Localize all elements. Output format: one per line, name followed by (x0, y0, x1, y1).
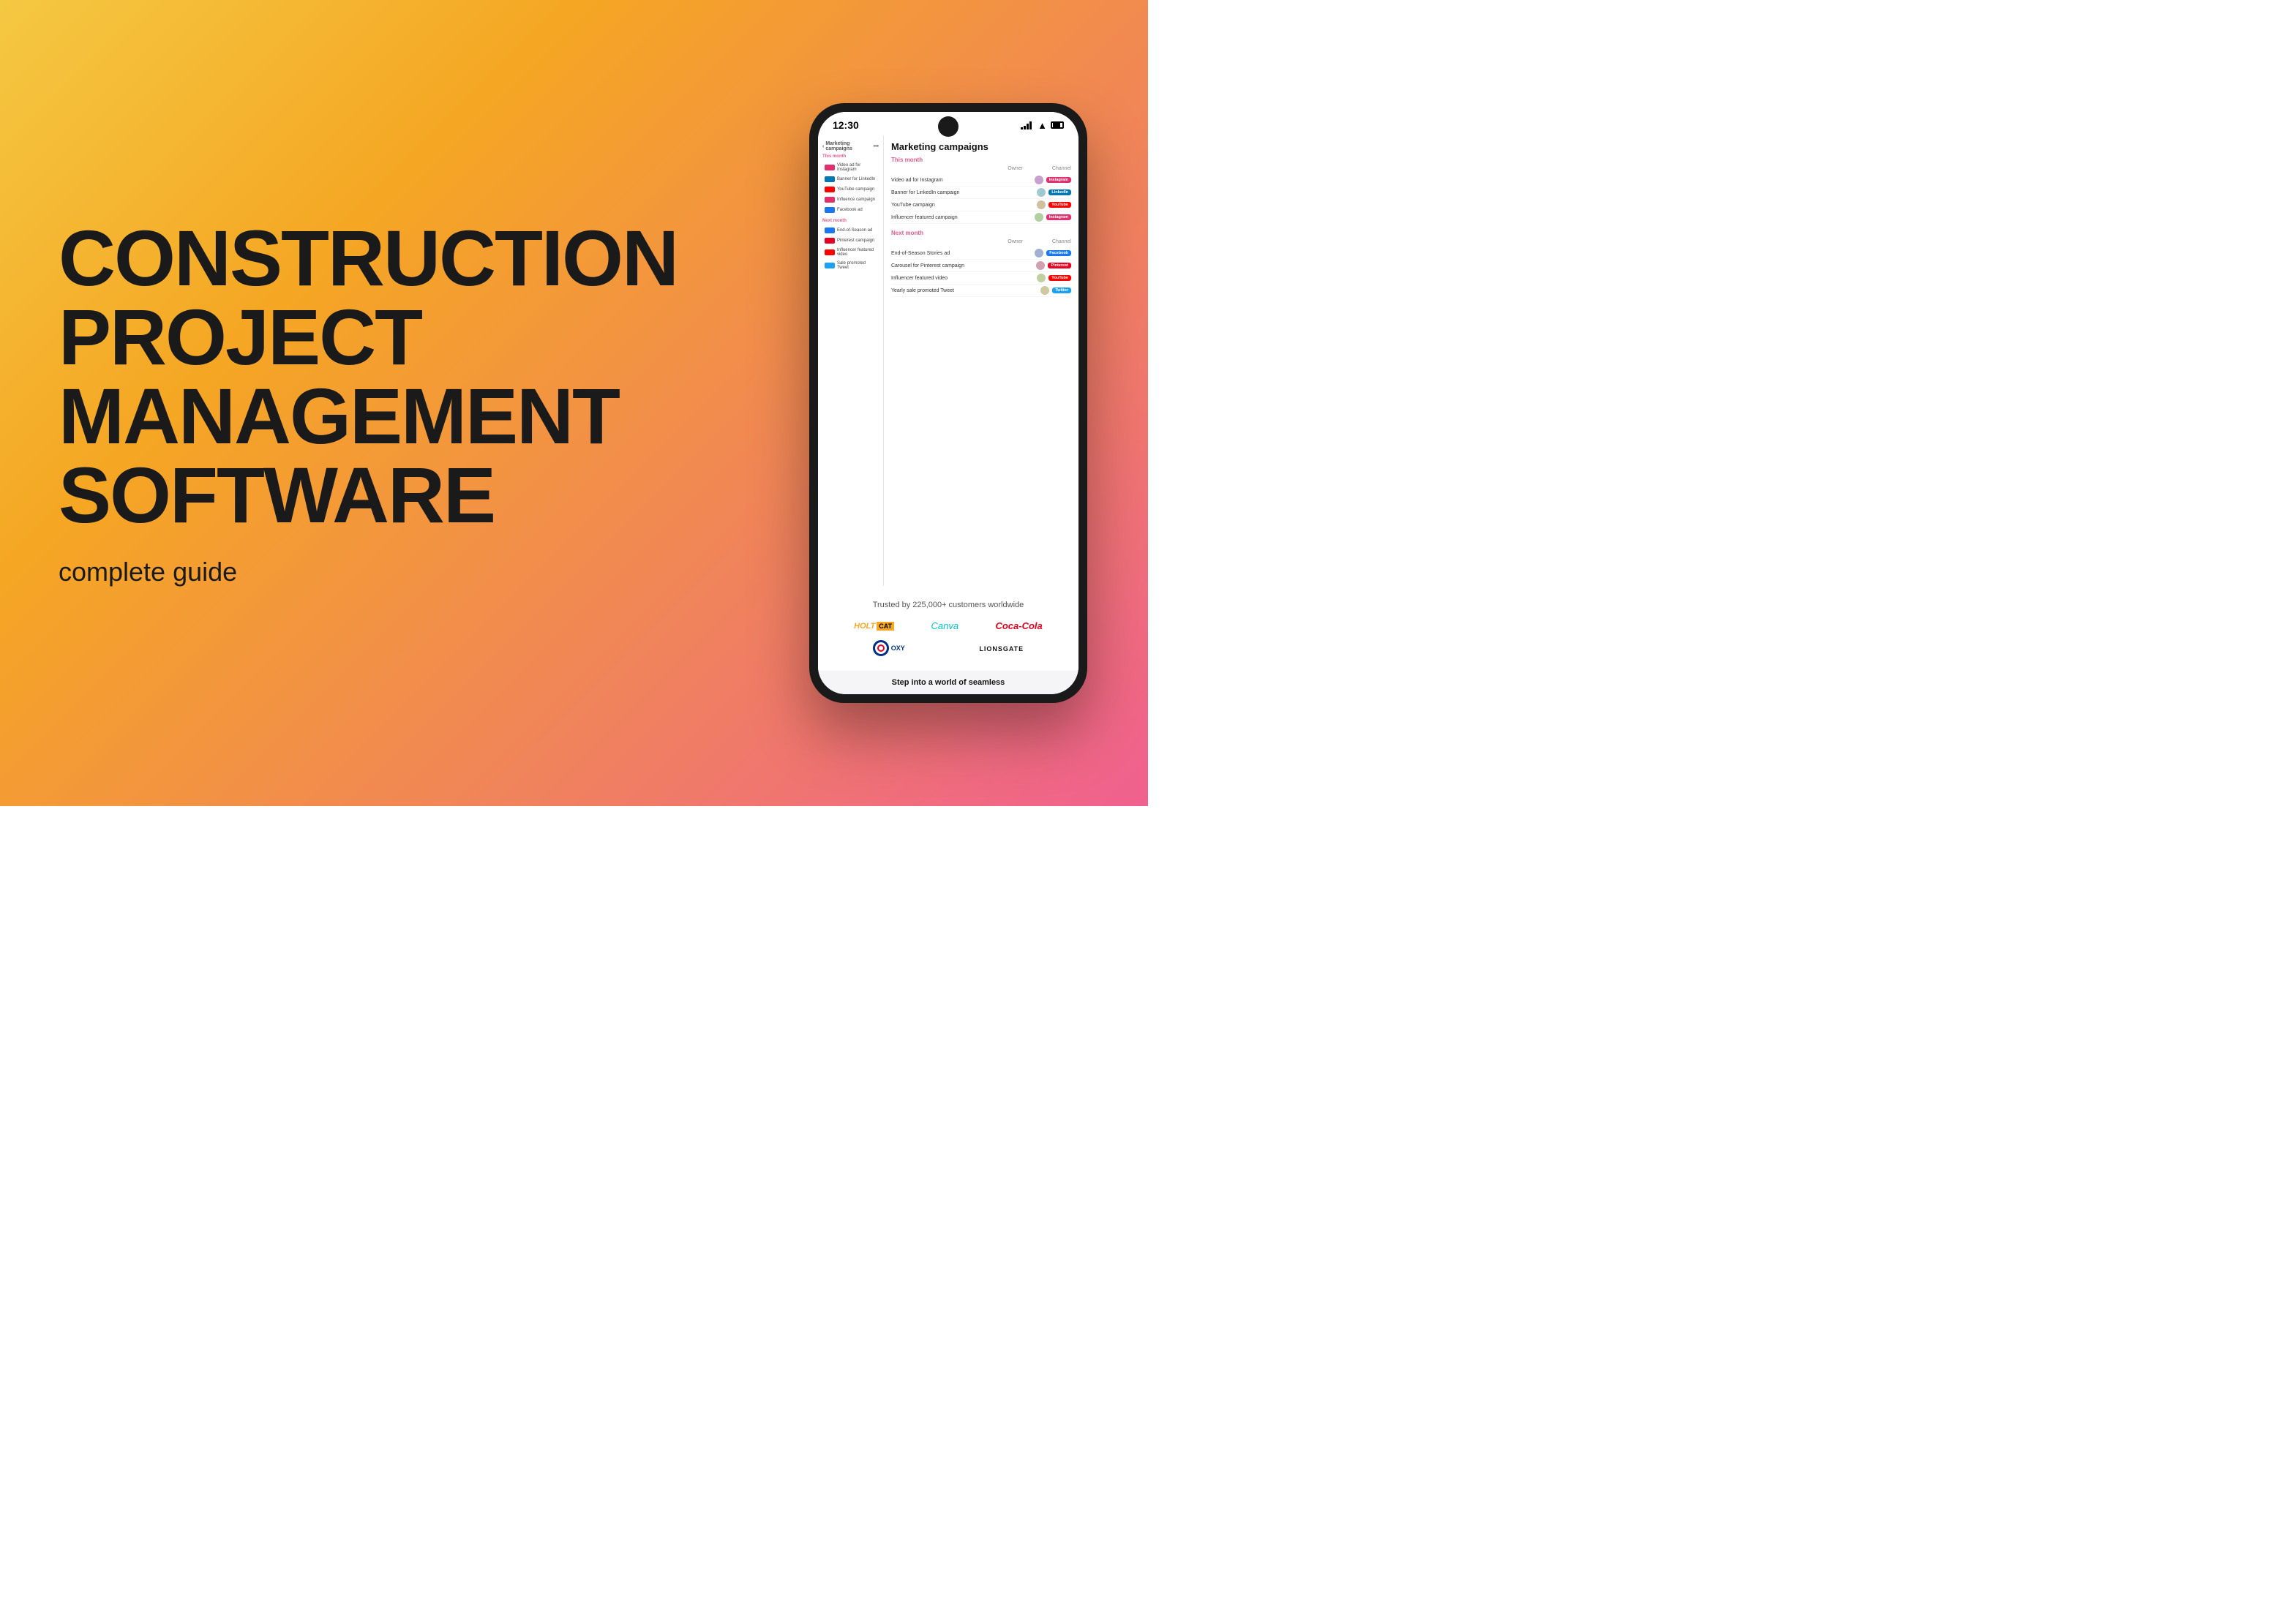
column-headers: Owner Channel (891, 166, 1071, 171)
status-icons: ▲ (1021, 120, 1064, 131)
table-row: Video ad for Instagram Instagram (891, 174, 1071, 187)
column-headers-2: Owner Channel (891, 239, 1071, 244)
subtitle: complete guide (59, 557, 678, 587)
list-item: Pinterest campaign (822, 236, 879, 245)
app-content: ‹ Marketing campaigns ••• This month Vid… (818, 135, 1078, 694)
sidebar-header: ‹ Marketing campaigns ••• (822, 141, 879, 151)
logos-row-1: HOLT CAT Canva Coca-Cola (836, 620, 1061, 633)
list-item: Video ad for Instagram (822, 162, 879, 173)
sidebar-this-month: This month (822, 154, 879, 159)
table-row: Carousel for Pinterest campaign Pinteres… (891, 260, 1071, 272)
trust-title: Trusted by 225,000+ customers worldwide (836, 601, 1061, 609)
app-detail: Marketing campaigns This month Owner Cha… (884, 135, 1078, 586)
phone-inner: 12:30 ▲ (818, 112, 1078, 694)
main-title: CONSTRUCTION PROJECT MANAGEMENT SOFTWARE (59, 219, 678, 535)
detail-title: Marketing campaigns (891, 141, 1071, 152)
left-content: CONSTRUCTION PROJECT MANAGEMENT SOFTWARE… (59, 219, 721, 587)
phone-section: 12:30 ▲ (721, 103, 1175, 703)
wifi-icon: ▲ (1038, 120, 1047, 131)
bottom-cta: Step into a world of seamless (818, 671, 1078, 694)
holt-cat-logo: HOLT CAT (854, 622, 894, 631)
table-row: Banner for LinkedIn campaign LinkedIn (891, 187, 1071, 199)
logos-row-2: OXY LIONSGATE (836, 640, 1061, 656)
table-row: Yearly sale promoted Tweet Twitter (891, 285, 1071, 297)
list-item: YouTube campaign (822, 185, 879, 194)
trust-section: Trusted by 225,000+ customers worldwide … (818, 586, 1078, 671)
page-background: CONSTRUCTION PROJECT MANAGEMENT SOFTWARE… (0, 0, 1148, 806)
list-item: Sale promoted Tweet (822, 260, 879, 271)
table-row: YouTube campaign YouTube (891, 199, 1071, 211)
table-row: End-of-Season Stories ad Facebook (891, 247, 1071, 260)
signal-icon (1021, 121, 1032, 129)
this-month-label: This month (891, 157, 1071, 163)
app-main: ‹ Marketing campaigns ••• This month Vid… (818, 135, 1078, 586)
sidebar-next-month: Next month (822, 219, 879, 223)
app-sidebar: ‹ Marketing campaigns ••• This month Vid… (818, 135, 884, 586)
list-item: End-of-Season ad (822, 226, 879, 235)
next-month-label: Next month (891, 230, 1071, 236)
oxy-logo: OXY (873, 640, 905, 656)
status-time: 12:30 (833, 119, 859, 131)
table-row: Influencer featured campaign Instagram (891, 211, 1071, 224)
coca-cola-logo: Coca-Cola (995, 620, 1042, 633)
more-icon: ••• (874, 144, 879, 149)
canva-logo: Canva (931, 620, 959, 633)
phone-notch (938, 116, 958, 137)
list-item: Facebook ad (822, 206, 879, 214)
back-icon: ‹ (822, 144, 824, 149)
table-row: Influencer featured video YouTube (891, 272, 1071, 285)
list-item: Influencer featured video (822, 247, 879, 258)
list-item: Influence campaign (822, 195, 879, 204)
battery-icon (1051, 121, 1064, 129)
list-item: Banner for LinkedIn (822, 175, 879, 184)
bottom-cta-text: Step into a world of seamless (830, 678, 1067, 687)
lionsgate-logo: LIONSGATE (979, 642, 1024, 655)
phone-mockup: 12:30 ▲ (809, 103, 1087, 703)
